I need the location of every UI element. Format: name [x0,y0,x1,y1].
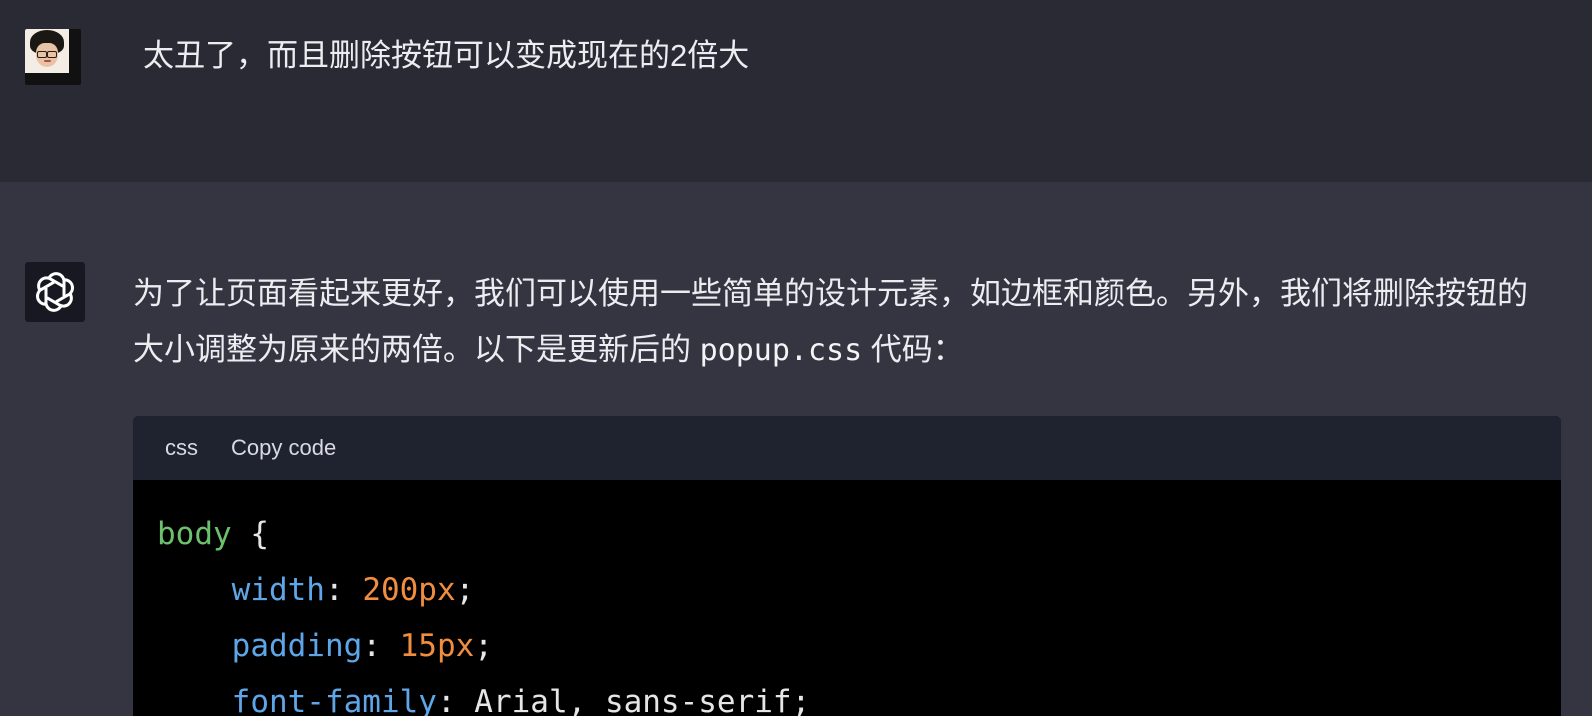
code-line: width: 200px; [157,562,1561,618]
code-block: css Copy code body { width: 200px; paddi… [133,416,1561,716]
code-value: 200px [362,572,456,608]
assistant-message-text: 为了让页面看起来更好，我们可以使用一些简单的设计元素，如边框和颜色。另外，我们将… [133,266,1553,379]
code-language-label: css [165,435,198,460]
inline-code: popup.css [699,333,863,368]
user-message-row: 太丑了，而且删除按钮可以变成现在的2倍大 [0,0,1592,182]
code-value: Arial, sans-serif [474,684,792,716]
code-block-header: css Copy code [133,416,1561,480]
code-separator: : [362,628,400,664]
code-separator: : [324,572,363,608]
code-separator: : [436,684,475,716]
code-terminator: ; [455,572,475,608]
openai-logo-icon [25,262,85,322]
user-avatar [25,29,81,85]
copy-code-button[interactable]: Copy code [231,435,336,461]
code-body: body { width: 200px; padding: 15px; font… [133,480,1561,716]
code-terminator: ; [791,684,811,716]
code-terminator: ; [474,628,493,664]
code-line: body { [157,506,1561,562]
code-property: width [231,572,325,608]
code-selector: body [157,516,232,552]
user-photo [25,29,69,73]
code-punctuation: { [231,516,269,552]
code-line: padding: 15px; [157,618,1561,674]
user-message-text: 太丑了，而且删除按钮可以变成现在的2倍大 [143,38,750,73]
code-property: font-family [231,684,437,716]
assistant-text-part-2: 代码： [862,332,964,367]
code-property: padding [231,628,363,664]
code-value: 15px [399,628,475,664]
code-line: font-family: Arial, sans-serif; [157,674,1561,716]
